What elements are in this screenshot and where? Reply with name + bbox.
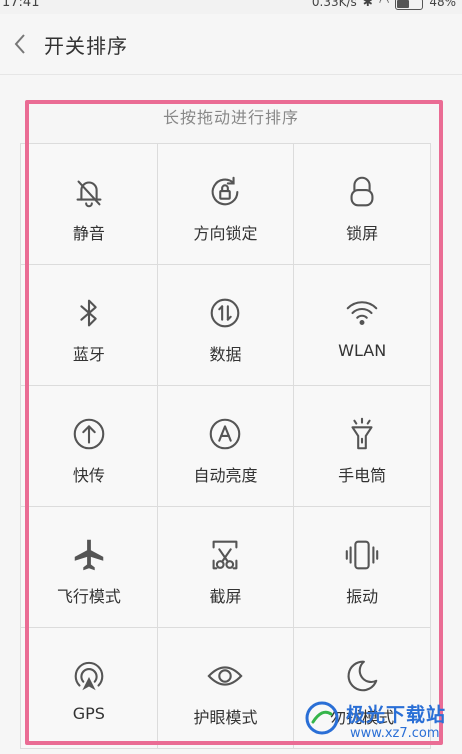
toggle-tile-auto-brightness[interactable]: 自动亮度 [157,386,295,507]
toggle-tile-quick-transfer[interactable]: 快传 [21,386,158,507]
chevron-left-icon [14,34,25,54]
toggle-tile-vibrate[interactable]: 振动 [294,507,431,628]
status-bar: 17:41 0.33K/s ✱ ◠ 48% [0,0,462,14]
mobile-data-icon [205,293,245,333]
toggle-label: 截屏 [209,587,242,606]
bell-off-icon [69,172,109,212]
app-header: 开关排序 [0,14,462,75]
toggle-tile-eye-protection[interactable]: 护眼模式 [157,628,295,749]
sort-hint: 长按拖动进行排序 [162,108,299,127]
toggle-label: 方向锁定 [193,224,258,243]
toggle-tile-rotation-lock[interactable]: 方向锁定 [157,144,295,265]
toggle-label: 数据 [209,345,242,364]
toggle-grid: 静音 方向锁定 锁屏 蓝牙 数据 WLAN 快传 自动亮度 手电筒 飞行模式 截… [20,143,431,749]
toggle-label: 快传 [72,466,105,485]
flashlight-icon [342,414,382,454]
gps-icon [69,656,109,696]
upload-arrow-icon [69,414,109,454]
toggle-label: 蓝牙 [72,345,105,364]
auto-brightness-icon [205,414,245,454]
toggle-label: 飞行模式 [56,587,121,606]
eye-icon [205,656,245,696]
battery-icon [395,0,424,10]
toggle-label: 手电筒 [338,466,387,485]
battery-percent: 48% [429,0,456,9]
toggle-tile-bluetooth[interactable]: 蓝牙 [21,265,158,386]
wifi-status-icon: ◠ [378,0,390,9]
toggle-label: GPS [72,704,105,723]
bluetooth-icon [69,293,109,333]
network-speed: 0.33K/s [311,0,357,9]
screenshot-icon [205,535,245,575]
moon-icon [342,656,382,696]
bluetooth-status-icon: ✱ [362,0,373,9]
toggle-label: 勿扰模式 [330,708,395,727]
toggle-tile-mobile-data[interactable]: 数据 [157,265,295,386]
toggle-label: 静音 [72,224,105,243]
lock-icon [342,172,382,212]
toggle-label: 锁屏 [346,224,379,243]
toggle-tile-airplane-mode[interactable]: 飞行模式 [21,507,158,628]
toggle-tile-do-not-disturb[interactable]: 勿扰模式 [294,628,431,749]
back-button[interactable] [6,28,34,60]
toggle-tile-screenshot[interactable]: 截屏 [157,507,295,628]
toggle-tile-mute[interactable]: 静音 [21,144,158,265]
page-title: 开关排序 [44,34,128,58]
toggle-tile-gps[interactable]: GPS [21,628,158,749]
toggle-label: WLAN [338,341,387,360]
toggle-label: 自动亮度 [193,466,258,485]
rotation-lock-icon [205,172,245,212]
status-indicators: 0.33K/s ✱ ◠ 48% [311,0,456,10]
toggle-tile-wlan[interactable]: WLAN [294,265,431,386]
vibrate-icon [342,535,382,575]
toggle-tile-lock-screen[interactable]: 锁屏 [294,144,431,265]
toggle-label: 护眼模式 [193,708,258,727]
toggle-label: 振动 [346,587,379,606]
wifi-icon [342,293,382,333]
airplane-icon [69,535,109,575]
status-time: 17:41 [2,0,40,10]
toggle-tile-flashlight[interactable]: 手电筒 [294,386,431,507]
